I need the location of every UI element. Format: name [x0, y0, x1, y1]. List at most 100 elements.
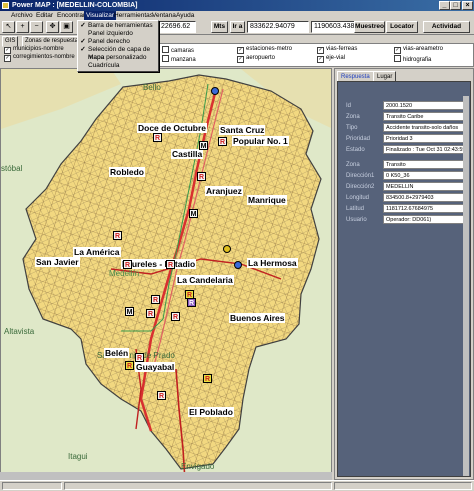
place-guayabal[interactable]: Guayabal — [135, 362, 176, 372]
detail-row: Tipo Accidente transito-solo daños — [341, 123, 471, 133]
incident-marker-icon[interactable]: R — [197, 172, 206, 181]
go-to-button[interactable]: Ir a — [230, 21, 245, 33]
place-buenos-aires[interactable]: Buenos Aires — [229, 313, 286, 323]
metro-marker-icon[interactable]: M — [189, 209, 198, 218]
toolbar: ↖ + − ✥ ▣ 22696.62 Mts Ir a 833622.94079… — [0, 20, 474, 35]
zoom-out-tool-icon[interactable]: − — [30, 21, 43, 33]
checkbox-icon: ✓ — [237, 47, 244, 54]
incident-marker-icon[interactable]: R — [171, 312, 180, 321]
place-el-poblado[interactable]: El Poblado — [188, 407, 234, 417]
metro-marker-icon[interactable]: M — [199, 141, 208, 150]
metro-marker-icon[interactable]: M — [125, 307, 134, 316]
selected-incident-icon[interactable] — [234, 261, 242, 269]
place-la-candelaria[interactable]: La Candelaria — [176, 275, 234, 285]
layer-estaciones-metro[interactable]: ✓ estaciones-metro — [237, 46, 292, 54]
checkbox-icon: ✓ — [394, 47, 401, 54]
checkbox-icon: ✓ — [317, 47, 324, 54]
incident-marker-icon[interactable]: R — [113, 231, 122, 240]
detail-row: Zona Transito Caribe — [341, 112, 471, 122]
menu-seleccion-capa[interactable]: ✓ Selección de capa de mapa — [80, 46, 156, 61]
menu-ayuda[interactable]: Ayuda — [174, 11, 196, 20]
pan-tool-icon[interactable]: ✥ — [46, 21, 59, 33]
scale-field[interactable]: 22696.62 — [158, 21, 196, 33]
details-scrollbar[interactable] — [463, 96, 469, 476]
menu-herramientas[interactable]: Herramientas — [112, 11, 155, 20]
actividad-button[interactable]: Actividad — [423, 21, 470, 33]
layer-camaras[interactable]: camaras — [162, 46, 194, 55]
detail-row: Zona Transito — [341, 160, 471, 170]
menu-mapa-personalizado[interactable]: Mapa personalizado — [80, 54, 156, 62]
place-la-hermosa[interactable]: La Hermosa — [247, 258, 298, 268]
unit-icon[interactable] — [223, 245, 231, 253]
incident-marker-icon[interactable]: R — [151, 295, 160, 304]
title-bar: Power MAP : [MEDELLIN-COLOMBIA] _ □ × — [0, 0, 474, 11]
place-laureles-estadio[interactable]: Laureles - Estadio — [121, 259, 197, 269]
incident-marker-icon[interactable]: R — [166, 260, 175, 269]
check-icon: ✓ — [80, 46, 86, 53]
select-area-icon[interactable]: ▣ — [60, 21, 73, 33]
place-castilla[interactable]: Castilla — [171, 149, 204, 159]
menu-panel-derecho[interactable]: ✓ Panel derecho — [80, 38, 156, 46]
place-san-javier[interactable]: San Javier — [35, 257, 80, 267]
layer-manzana[interactable]: manzana — [162, 55, 196, 64]
locator-button[interactable]: Locator — [386, 21, 418, 33]
incident-marker-icon[interactable]: R — [146, 309, 155, 318]
maximize-button[interactable]: □ — [450, 1, 461, 10]
place-robledo[interactable]: Robledo — [109, 167, 145, 177]
place-belen[interactable]: Belén — [104, 348, 130, 358]
metro-station-icon[interactable] — [211, 87, 219, 95]
unit-purple-icon[interactable]: R — [187, 298, 196, 307]
detail-row: Prioridad Prioridad 3 — [341, 134, 471, 144]
layer-hidrografia[interactable]: hidrografia — [394, 55, 431, 64]
place-popular-no-1[interactable]: Popular No. 1 — [232, 136, 289, 146]
coord-x-field[interactable]: 833622.94079 — [247, 21, 309, 33]
place-la-america[interactable]: La América — [73, 247, 121, 257]
checkbox-icon — [162, 55, 169, 62]
place-doce-de-octubre[interactable]: Doce de Octubre — [137, 123, 208, 133]
unit-button[interactable]: Mts — [211, 21, 228, 33]
menu-editar[interactable]: Editar — [34, 11, 55, 20]
map-view[interactable]: Bello stóbal Altavista San Antonio de Pr… — [0, 68, 332, 480]
window-title: Power MAP : [MEDELLIN-COLOMBIA] — [12, 2, 138, 9]
layer-corregimientos[interactable]: ✓ corregimientos-nombre — [4, 54, 75, 62]
detail-row: Dirección1 0 K50_36 — [341, 171, 471, 181]
muestreo-button[interactable]: Muestreo — [354, 21, 385, 33]
incident-marker-icon[interactable]: R — [157, 391, 166, 400]
incident-marker-icon[interactable]: R — [135, 353, 144, 362]
layer-aeropuerto[interactable]: ✓ aeropuerto — [237, 55, 275, 63]
unit-yellow-icon[interactable]: R — [125, 361, 134, 370]
map-horizontal-scrollbar[interactable] — [0, 472, 332, 480]
app-icon — [2, 2, 9, 9]
detail-row: Dirección2 MEDELLIN — [341, 182, 471, 192]
menu-archivo[interactable]: Archivo — [9, 11, 35, 20]
checkbox-icon — [394, 55, 401, 62]
incident-marker-icon[interactable]: R — [218, 137, 227, 146]
menu-bar: Archivo Editar Encontrar Visualizar Herr… — [0, 11, 474, 20]
visualizar-dropdown: ✓ Barra de herramientas Panel izquierdo ✓… — [77, 20, 159, 72]
layer-municipios[interactable]: ✓ municipios-nombre — [4, 46, 64, 54]
checkbox-icon: ✓ — [4, 55, 11, 62]
detail-row: Longitud 834500.8+2979403 — [341, 193, 471, 203]
status-pane — [334, 482, 472, 490]
pointer-tool-icon[interactable]: ↖ — [2, 21, 15, 33]
menu-encontrar[interactable]: Encontrar — [55, 11, 87, 20]
menu-cuadricula[interactable]: Cuadrícula — [80, 62, 156, 70]
menu-panel-izquierdo[interactable]: Panel izquierdo — [80, 30, 156, 38]
unit-yellow-icon[interactable]: R — [203, 374, 212, 383]
layer-vias-areametro[interactable]: ✓ vias-areametro — [394, 46, 443, 54]
layer-panel: GIS Zonas de respuesta ✓ municipios-nombr… — [0, 35, 474, 67]
place-aranjuez[interactable]: Aranjuez — [205, 186, 243, 196]
detail-row: Id 2000.1520 — [341, 101, 471, 111]
status-pane — [2, 482, 62, 490]
layer-vias-ferreas[interactable]: ✓ vias-ferreas — [317, 46, 357, 54]
place-santa-cruz[interactable]: Santa Cruz — [219, 125, 266, 135]
zoom-in-tool-icon[interactable]: + — [16, 21, 29, 33]
close-button[interactable]: × — [462, 1, 473, 10]
place-manrique[interactable]: Manrique — [247, 195, 287, 205]
minimize-button[interactable]: _ — [439, 1, 450, 10]
incident-marker-icon[interactable]: R — [123, 260, 132, 269]
layer-eje-vial[interactable]: ✓ eje-vial — [317, 55, 345, 63]
incident-marker-icon[interactable]: R — [153, 133, 162, 142]
menu-barra-herramientas[interactable]: ✓ Barra de herramientas — [80, 22, 156, 30]
detail-row: Usuario Operador: DD061) — [341, 215, 471, 225]
